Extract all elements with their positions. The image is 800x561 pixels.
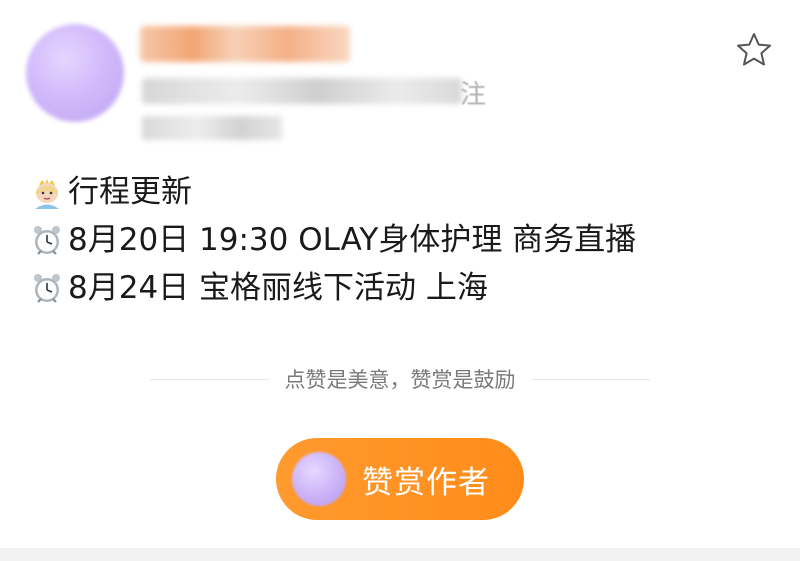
reward-caption: 点赞是美意，赞赏是鼓励 — [284, 368, 516, 392]
author-meta-blurred — [142, 78, 462, 104]
bottom-separator — [0, 548, 800, 561]
divider-rule-right — [531, 378, 650, 380]
post-line: 行程更新 — [30, 168, 636, 216]
princess-emoji-icon — [35, 179, 59, 209]
post-content: 行程更新 8月20日 19:30 OLAY身体护理 商务直播 8月24日 宝格丽… — [30, 168, 636, 312]
post-line: 8月24日 宝格丽线下活动 上海 — [30, 264, 636, 312]
reward-button-label: 赞赏作者 — [362, 464, 490, 501]
post-line-text: 8月24日 宝格丽线下活动 上海 — [68, 270, 488, 306]
post-card: 注 行程更新 8月20日 19:30 OLAY身体护理 商务直播 8月24日 宝… — [0, 0, 800, 561]
reward-author-button[interactable]: 赞赏作者 — [276, 438, 524, 520]
author-avatar[interactable] — [26, 24, 124, 122]
post-line-text: 行程更新 — [68, 174, 192, 210]
post-line-text: 8月20日 19:30 OLAY身体护理 商务直播 — [68, 222, 637, 258]
author-sub-blurred — [142, 116, 282, 140]
alarm-clock-emoji-icon — [34, 226, 60, 255]
follow-tail-text: 注 — [460, 80, 487, 110]
alarm-clock-emoji-icon — [34, 274, 60, 303]
post-line: 8月20日 19:30 OLAY身体护理 商务直播 — [30, 216, 636, 264]
reward-caption-divider: 点赞是美意，赞赏是鼓励 — [150, 364, 650, 394]
divider-rule-left — [150, 378, 269, 380]
star-outline-icon[interactable] — [734, 30, 774, 70]
reward-avatar — [292, 452, 346, 506]
author-name-blurred[interactable] — [140, 26, 350, 62]
